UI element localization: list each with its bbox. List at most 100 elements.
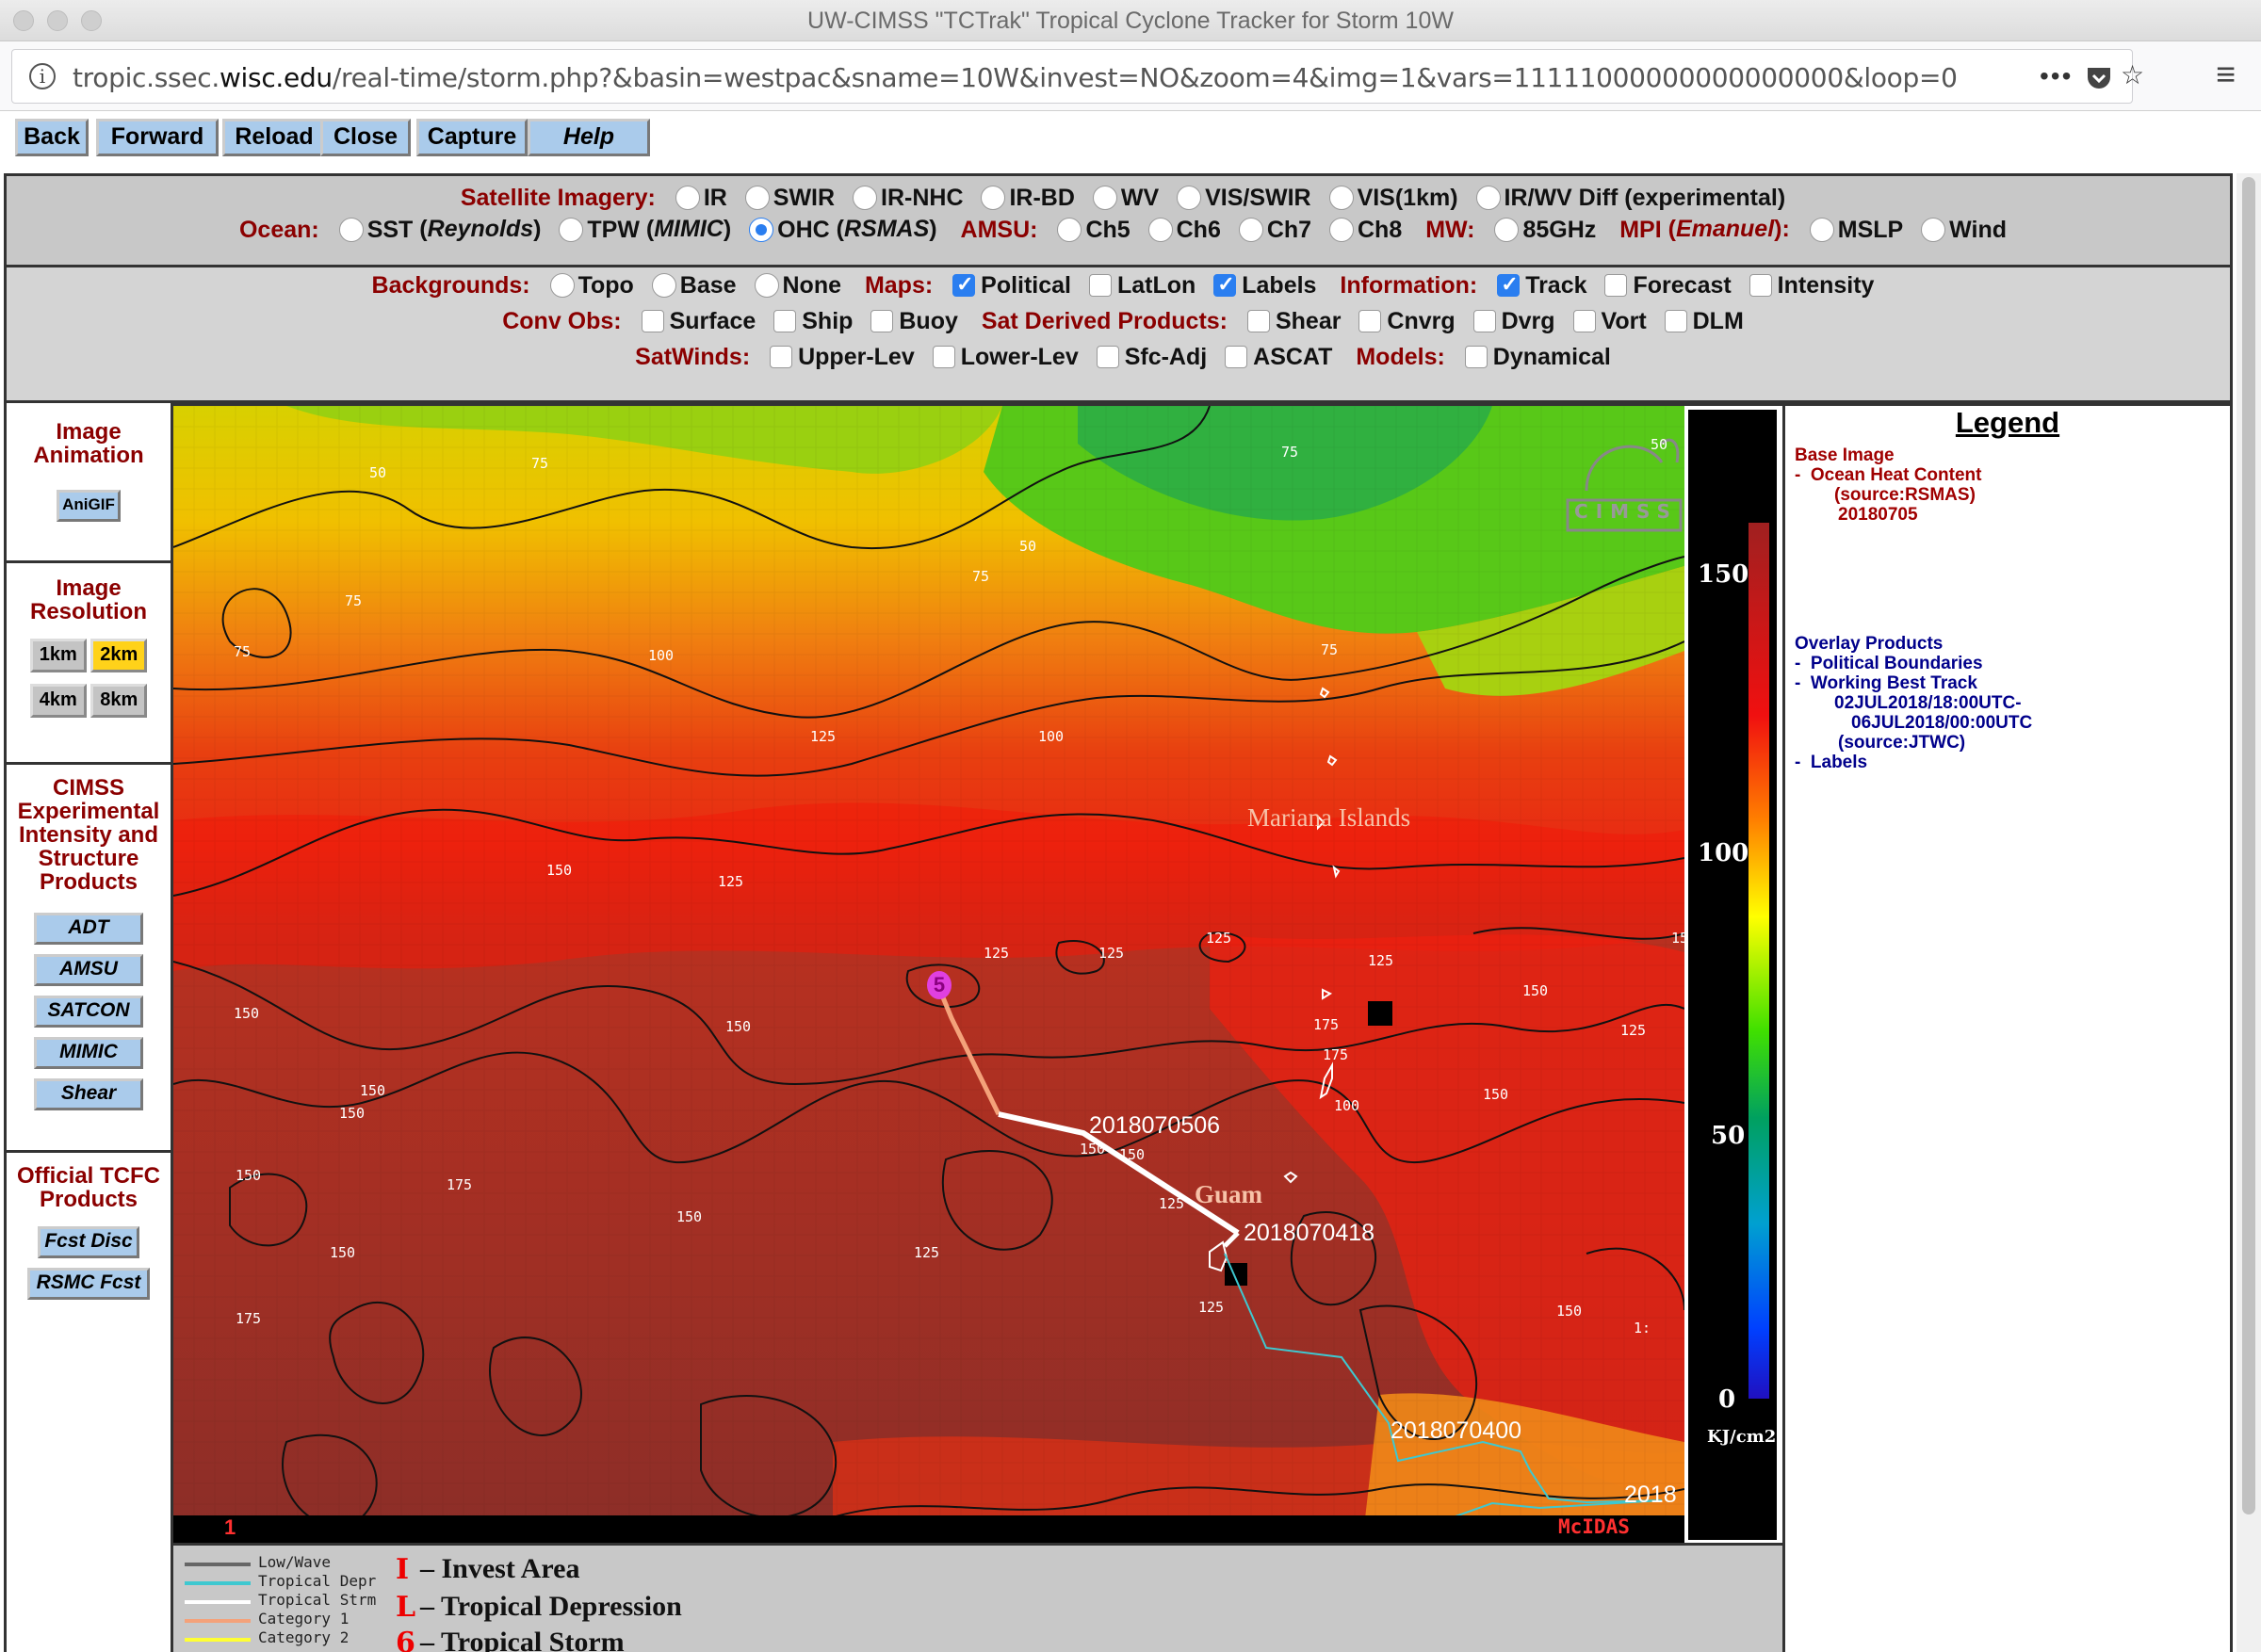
checkbox-latlon[interactable] [1088,274,1112,298]
radio-ir[interactable] [675,186,700,211]
checkbox-vort[interactable] [1572,310,1596,333]
radio-tpw[interactable] [559,218,584,243]
key-symbol: L [396,1591,416,1624]
contour-label: 150 [330,1244,356,1261]
radio-wind[interactable] [1921,218,1946,243]
back-button[interactable]: Back [15,119,89,156]
contour-label: 75 [1321,641,1339,658]
radio-swir[interactable] [744,186,770,211]
checkbox-dlm[interactable] [1664,310,1687,333]
resolution-4km-button[interactable]: 4km [29,684,87,718]
checkbox-forecast[interactable] [1604,274,1628,298]
radio-base[interactable] [651,273,676,299]
radio-topo[interactable] [549,273,575,299]
url-text[interactable]: tropic.ssec.wisc.edu/real-time/storm.php… [73,62,1958,93]
checkbox-ship[interactable] [773,310,797,333]
option-label: Ch6 [1176,216,1221,243]
radio-none[interactable] [754,273,779,299]
contour-label: 100 [1038,728,1065,745]
checkbox-political[interactable] [952,272,976,298]
shear-button[interactable]: Shear [34,1078,143,1110]
radio-ch6[interactable] [1147,218,1173,243]
option-label: VIS/SWIR [1205,184,1311,211]
contour-label: 125 [718,873,744,890]
checkbox-intensity[interactable] [1749,274,1772,298]
amsu-button[interactable]: AMSU [34,954,143,986]
information-label: Information: [1340,271,1478,299]
option-label: OHC (RSMAS) [777,216,937,244]
satcon-button[interactable]: SATCON [34,996,143,1028]
resolution-1km-button[interactable]: 1km [29,639,87,672]
more-icon[interactable]: ••• [2040,61,2073,91]
satderived-label: Sat Derived Products: [981,307,1228,334]
radio-vis-swir[interactable] [1177,186,1202,211]
resolution-8km-button[interactable]: 8km [90,684,148,718]
cimss-logo: CIMSS [1574,500,1678,523]
option-label: Cnvrg [1387,307,1456,334]
option-label: 85GHz [1522,216,1597,243]
checkbox-upper-lev[interactable] [770,346,793,369]
checkbox-labels[interactable] [1213,272,1237,298]
contour-label: 1: [1634,1320,1651,1336]
radio-ch8[interactable] [1329,218,1354,243]
forward-button[interactable]: Forward [96,119,219,156]
radio-vis-1km[interactable] [1328,186,1354,211]
url-prefix: tropic.ssec. [73,62,220,93]
option-label: IR/WV Diff (experimental) [1504,184,1786,211]
radio-ir-nhc[interactable] [853,186,878,211]
satellite-row: Satellite Imagery: IR SWIR IR-NHC IR-BD … [7,184,2230,212]
radio-mslp[interactable] [1809,218,1834,243]
checkbox-lower-lev[interactable] [932,346,955,369]
info-icon[interactable]: i [29,63,56,89]
key-line-ts [185,1600,251,1604]
contour-label: 125 [1159,1195,1185,1212]
resolution-2km-button[interactable]: 2km [90,639,148,672]
menu-icon[interactable]: ≡ [2216,55,2236,94]
close-button[interactable]: Close [320,119,411,156]
checkbox-buoy[interactable] [870,310,894,333]
address-bar[interactable]: i tropic.ssec.wisc.edu/real-time/storm.p… [11,49,2144,104]
radio-ch5[interactable] [1057,218,1082,243]
ohc-map[interactable]: Mariana Islands Guam 2018070506 20180704… [173,403,1684,1557]
contour-label: 125 [984,945,1010,962]
key-label: Tropical Depr [258,1572,377,1590]
radio-sst[interactable] [338,218,364,243]
legend-base-item: - Ocean Heat Content [1795,465,1982,485]
pocket-icon[interactable] [2085,65,2113,98]
rsmc-fcst-button[interactable]: RSMC Fcst [27,1268,150,1300]
radio-ir-bd[interactable] [981,186,1006,211]
radio-ir-wv-diff[interactable] [1475,186,1501,211]
adt-button[interactable]: ADT [34,913,143,945]
page-scrollbar[interactable] [2237,173,2261,1652]
checkbox-dvrg[interactable] [1472,310,1496,333]
help-button[interactable]: Help [528,119,650,156]
fcst-disc-button[interactable]: Fcst Disc [38,1226,139,1258]
contour-label: 125 [1206,930,1232,947]
amsu-label: AMSU: [960,216,1038,243]
checkbox-shear[interactable] [1246,310,1270,333]
anigif-button[interactable]: AniGIF [57,490,121,522]
imagery-panel: Satellite Imagery: IR SWIR IR-NHC IR-BD … [4,173,2233,267]
checkbox-surface[interactable] [641,310,664,333]
storm-symbol[interactable]: 5 [927,971,952,999]
checkbox-dynamical[interactable] [1464,346,1488,369]
radio-wv[interactable] [1092,186,1117,211]
radio-ch7[interactable] [1238,218,1263,243]
radio-85ghz[interactable] [1494,218,1520,243]
mimic-button[interactable]: MIMIC [34,1037,143,1069]
checkbox-ascat[interactable] [1225,346,1248,369]
capture-button[interactable]: Capture [416,119,528,156]
checkbox-track[interactable] [1497,272,1521,298]
radio-ohc[interactable] [749,218,774,243]
legend-track-source: (source:JTWC) [1838,733,1966,753]
reload-button[interactable]: Reload [222,119,326,156]
url-path: /real-time/storm.php?&basin=westpac&snam… [332,62,1958,93]
scrollbar-thumb[interactable] [2242,177,2255,1514]
backgrounds-row: Backgrounds: Topo Base None Maps: Politi… [7,271,2230,300]
contour-label: 150 [234,1005,260,1022]
checkbox-sfc-adj[interactable] [1096,346,1119,369]
place-label-guam: Guam [1195,1180,1263,1208]
option-label: Surface [669,307,756,334]
checkbox-cnvrg[interactable] [1358,310,1382,333]
bookmark-star-icon[interactable]: ☆ [2121,59,2144,90]
